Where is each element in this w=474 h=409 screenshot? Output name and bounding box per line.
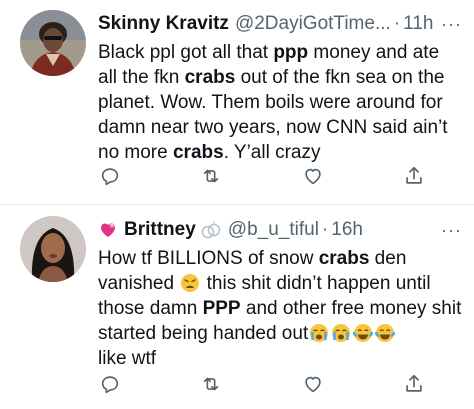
tears-of-joy-emoji-icon bbox=[352, 323, 374, 343]
text-segment-bold: crabs bbox=[318, 248, 370, 269]
separator-dot: · bbox=[393, 13, 401, 34]
text-segment-bold: crabs bbox=[184, 67, 236, 88]
text-segment-bold: PPP bbox=[202, 298, 241, 319]
more-options-icon[interactable]: ··· bbox=[435, 12, 462, 36]
tweet-header: Skinny Kravitz @2DayiGotTime... · 11h ··… bbox=[98, 12, 462, 36]
tears-of-joy-emoji-icon bbox=[374, 323, 396, 343]
timestamp[interactable]: 16h bbox=[331, 218, 363, 242]
like-icon[interactable] bbox=[301, 164, 325, 188]
avatar[interactable] bbox=[20, 216, 86, 282]
text-segment: How tf BILLIONS of snow bbox=[98, 248, 319, 269]
tweet-actions bbox=[98, 164, 426, 188]
text-segment: like wtf bbox=[98, 348, 157, 369]
more-options-icon[interactable]: ··· bbox=[435, 218, 462, 242]
rings-emoji-icon bbox=[200, 220, 222, 240]
tweet-text: Black ppl got all that ppp money and ate… bbox=[98, 40, 462, 165]
crying-face-emoji-icon bbox=[331, 323, 351, 343]
weary-face-emoji-icon bbox=[180, 273, 200, 293]
retweet-icon[interactable] bbox=[199, 372, 223, 396]
text-segment-bold: crabs bbox=[172, 142, 224, 163]
tweet-actions bbox=[98, 372, 426, 396]
reply-icon[interactable] bbox=[98, 372, 122, 396]
share-icon[interactable] bbox=[402, 372, 426, 396]
heart-emoji-icon bbox=[98, 220, 118, 240]
tweet-card[interactable]: Skinny Kravitz @2DayiGotTime... · 11h ··… bbox=[0, 0, 474, 204]
tweet-card[interactable]: Brittney @b_u_tiful · 16h ··· How tf BIL… bbox=[0, 204, 474, 409]
avatar[interactable] bbox=[20, 10, 86, 76]
tweet-header: Brittney @b_u_tiful · 16h ··· bbox=[98, 218, 462, 242]
display-name[interactable]: Skinny Kravitz bbox=[98, 12, 229, 36]
like-icon[interactable] bbox=[301, 372, 325, 396]
user-handle[interactable]: @2DayiGotTime... bbox=[235, 12, 391, 36]
user-handle[interactable]: @b_u_tiful bbox=[228, 218, 319, 242]
crying-face-emoji-icon bbox=[309, 323, 329, 343]
text-segment-bold: ppp bbox=[273, 42, 309, 63]
reply-icon[interactable] bbox=[98, 164, 122, 188]
separator-dot: · bbox=[321, 219, 329, 240]
tweet-text: How tf BILLIONS of snow crabs den vanish… bbox=[98, 246, 462, 371]
retweet-icon[interactable] bbox=[199, 164, 223, 188]
display-name[interactable]: Brittney bbox=[124, 218, 196, 242]
text-segment: . Y’all crazy bbox=[223, 142, 321, 163]
timestamp[interactable]: 11h bbox=[403, 12, 433, 36]
text-segment: Black ppl got all that bbox=[98, 42, 274, 63]
share-icon[interactable] bbox=[402, 164, 426, 188]
